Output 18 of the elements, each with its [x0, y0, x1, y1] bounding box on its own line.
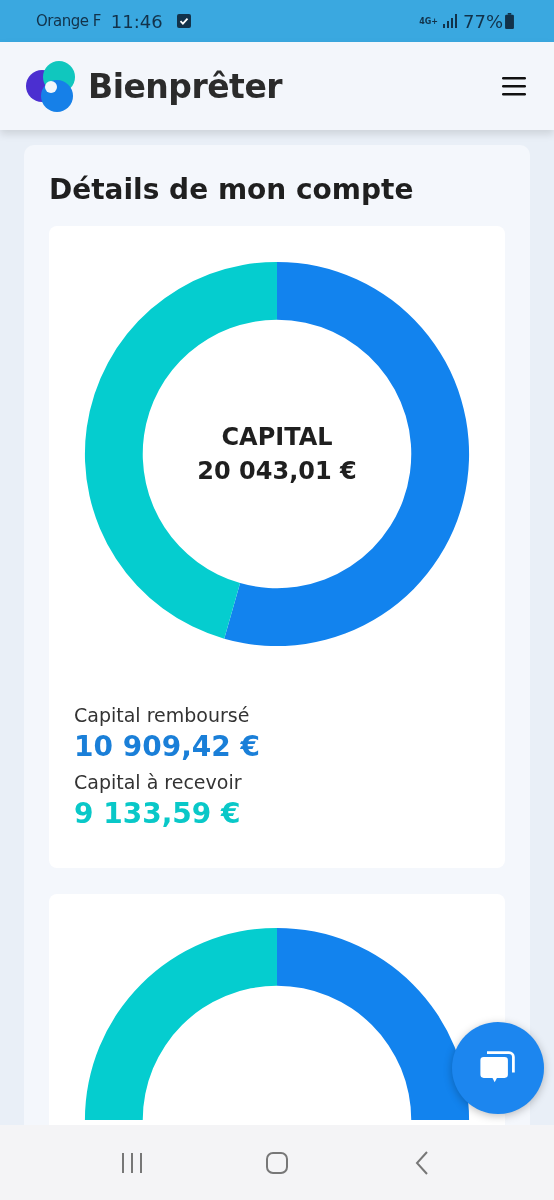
network-type: 4G+ — [419, 16, 438, 26]
legend-label: Capital à recevoir — [74, 771, 242, 793]
legend-label: Capital remboursé — [74, 704, 250, 726]
signal-icon — [443, 14, 457, 28]
carrier-name: Orange F — [36, 12, 101, 30]
battery-icon — [505, 13, 514, 29]
battery-percent: 77% — [463, 10, 503, 32]
clock-time: 11:46 — [110, 10, 163, 32]
section-title: Détails de mon compte — [49, 173, 415, 206]
recent-apps-icon[interactable] — [120, 1150, 145, 1175]
chart-title: CAPITAL — [221, 423, 333, 451]
chart-total: 20 043,01 € — [197, 457, 357, 485]
home-icon[interactable] — [265, 1150, 289, 1175]
legend-amount: 10 909,42 € — [74, 730, 260, 763]
brand-name: Bienprêter — [88, 66, 283, 106]
checkbox-icon — [176, 14, 191, 28]
logo-icon — [24, 60, 76, 112]
legend-amount: 9 133,59 € — [74, 797, 241, 830]
